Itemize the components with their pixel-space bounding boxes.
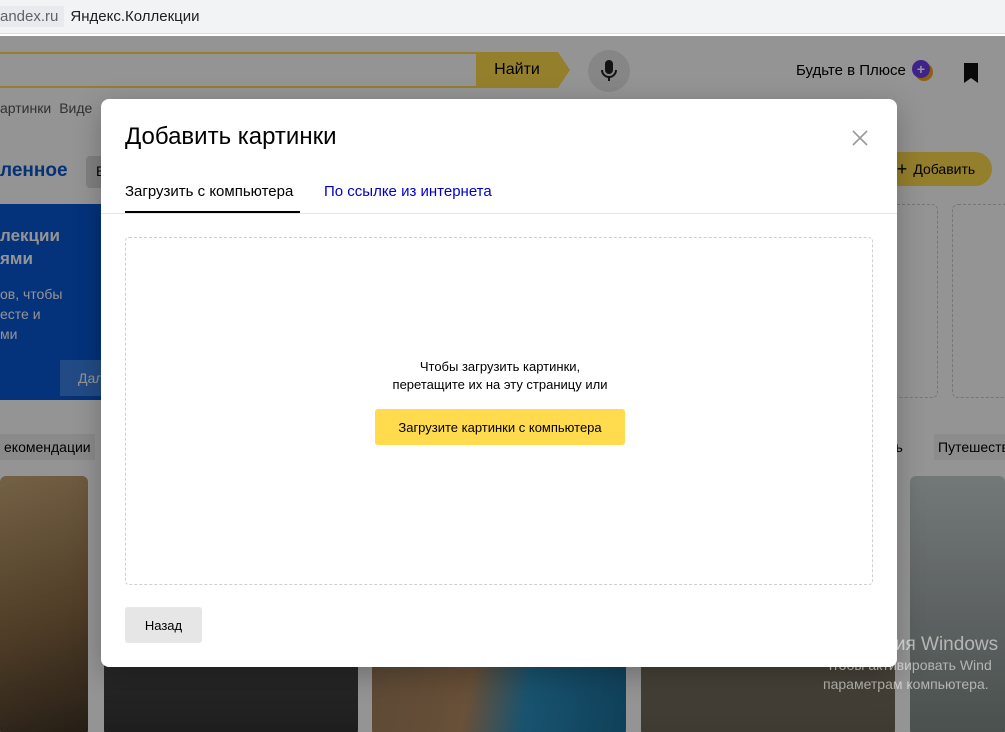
upload-tabs: Загрузить с компьютера По ссылке из инте… <box>101 179 897 214</box>
tab-upload-from-computer[interactable]: Загрузить с компьютера <box>125 183 300 213</box>
close-icon[interactable] <box>849 127 871 149</box>
dialog-title: Добавить картинки <box>125 123 337 150</box>
watermark-title: Активация Windows <box>823 634 999 655</box>
watermark-line-2: параметрам компьютера. <box>823 676 989 692</box>
tab-by-url[interactable]: По ссылке из интернета <box>324 183 492 213</box>
drop-zone[interactable]: Чтобы загрузить картинки, перетащите их … <box>125 237 873 585</box>
drop-zone-text: Чтобы загрузить картинки, перетащите их … <box>126 358 874 394</box>
url-domain: andex.ru <box>0 5 65 27</box>
upload-from-computer-button[interactable]: Загрузите картинки с компьютера <box>375 409 625 445</box>
add-images-dialog: Добавить картинки Загрузить с компьютера… <box>101 99 897 667</box>
back-button[interactable]: Назад <box>125 607 202 643</box>
url-box[interactable]: andex.ru Яндекс.Коллекции <box>0 4 200 28</box>
drop-zone-line-2: перетащите их на эту страницу или <box>392 377 608 392</box>
drop-zone-line-1: Чтобы загрузить картинки, <box>419 359 581 374</box>
browser-address-bar[interactable]: andex.ru Яндекс.Коллекции <box>0 0 1005 34</box>
windows-activation-watermark: Активация Windows Чтобы активировать Win… <box>823 634 998 694</box>
url-page-title: Яндекс.Коллекции <box>70 7 200 25</box>
watermark-line-1: Чтобы активировать Wind <box>823 657 992 673</box>
